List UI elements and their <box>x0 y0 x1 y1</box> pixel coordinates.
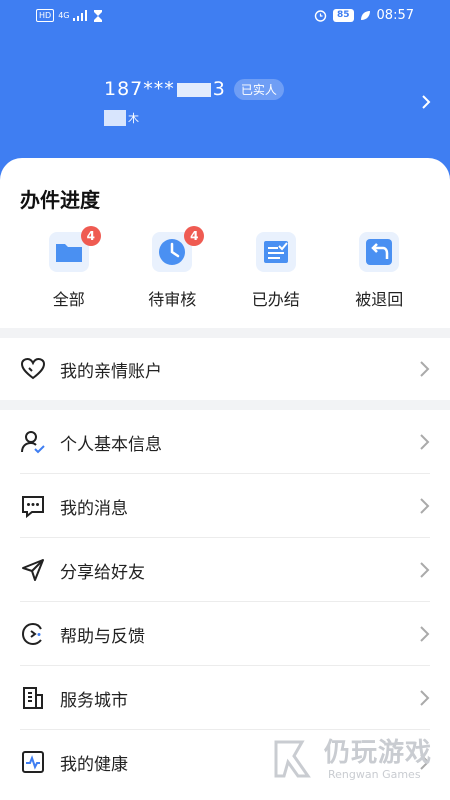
heart-icon <box>20 356 46 382</box>
chevron-right-icon <box>420 626 430 642</box>
leaf-icon <box>360 11 370 20</box>
menu-item-service-city[interactable]: 服务城市 <box>0 666 450 730</box>
share-send-icon <box>20 557 46 583</box>
chevron-right-icon <box>420 498 430 514</box>
count-badge: 4 <box>80 226 101 246</box>
progress-item-returned[interactable]: 被退回 <box>328 232 432 310</box>
family-account-row[interactable]: 我的亲情账户 <box>0 338 450 400</box>
chevron-right-icon <box>420 434 430 450</box>
menu-item-label: 个人基本信息 <box>60 435 162 455</box>
help-feedback-icon <box>20 621 46 647</box>
chevron-right-icon <box>420 562 430 578</box>
city-building-icon <box>20 685 46 711</box>
menu-item-label: 帮助与反馈 <box>60 627 145 647</box>
menu-item-help[interactable]: 帮助与反馈 <box>0 602 450 666</box>
nickname: 木 <box>104 110 284 126</box>
watermark-logo-icon <box>274 740 311 778</box>
clock-time: 08:57 <box>376 8 414 23</box>
phone-suffix: 3 <box>212 78 226 100</box>
progress-item-pending[interactable]: 4 待审核 <box>121 226 225 310</box>
chevron-right-icon[interactable] <box>416 92 436 112</box>
message-icon <box>20 493 46 519</box>
status-bar: HD 4G 85 08:57 <box>0 0 450 34</box>
return-arrow-icon <box>359 232 400 272</box>
alarm-icon <box>314 10 327 22</box>
network-type: 4G <box>58 11 70 20</box>
progress-title: 办件进度 <box>20 188 100 212</box>
menu-item-personal-info[interactable]: 个人基本信息 <box>0 410 450 474</box>
progress-item-completed[interactable]: 已办结 <box>224 232 328 310</box>
document-check-icon <box>255 232 296 272</box>
phone-number: 187*** 3 <box>104 78 226 100</box>
menu-item-label: 分享给好友 <box>60 563 145 583</box>
progress-card: 办件进度 4 全部 4 待审核 已办结 被退回 <box>0 158 450 328</box>
nickname-tail: 木 <box>128 112 139 125</box>
hd-indicator: HD <box>36 9 55 22</box>
menu-item-label: 服务城市 <box>60 691 128 711</box>
menu-item-label: 我的消息 <box>60 499 128 519</box>
nickname-mask <box>104 110 126 126</box>
menu-item-label: 我的健康 <box>60 755 128 775</box>
progress-label: 被退回 <box>355 290 404 309</box>
user-check-icon <box>20 429 46 455</box>
progress-label: 已办结 <box>251 290 300 309</box>
family-account-label: 我的亲情账户 <box>60 362 162 382</box>
watermark: 仍玩游戏 Rengwan Games <box>272 728 448 798</box>
verified-badge: 已实人 <box>233 78 284 100</box>
signal-icon <box>73 10 88 21</box>
hourglass-icon <box>94 9 103 22</box>
phone-prefix: 187*** <box>104 78 175 100</box>
health-monitor-icon <box>20 749 46 775</box>
progress-item-all[interactable]: 4 全部 <box>17 226 121 310</box>
chevron-right-icon <box>420 690 430 706</box>
watermark-cn: 仍玩游戏 <box>324 738 433 768</box>
phone-mask <box>176 82 211 97</box>
chevron-right-icon <box>420 361 430 377</box>
progress-label: 待审核 <box>148 290 197 309</box>
battery-level: 85 <box>333 9 354 22</box>
count-badge: 4 <box>184 226 205 246</box>
progress-label: 全部 <box>52 290 85 309</box>
user-info[interactable]: 187*** 3 已实人 木 <box>104 78 284 126</box>
menu-item-messages[interactable]: 我的消息 <box>0 474 450 538</box>
watermark-en: Rengwan Games <box>328 768 421 781</box>
menu-item-share[interactable]: 分享给好友 <box>0 538 450 602</box>
